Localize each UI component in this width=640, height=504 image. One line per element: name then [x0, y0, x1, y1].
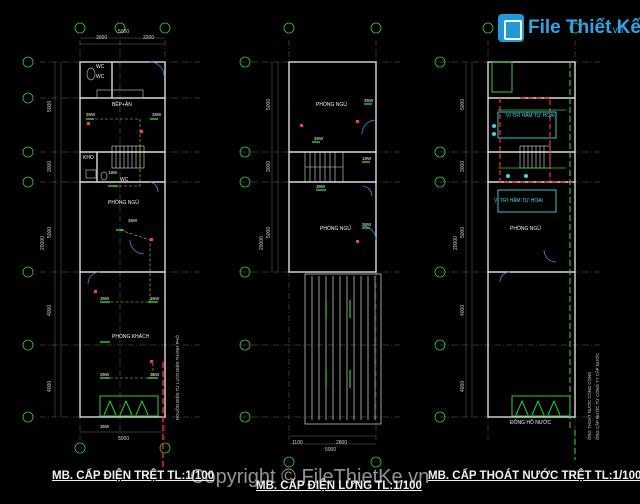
title-right-plan: MB. CẤP THOÁT NƯỚC TRỆT TL:1/100	[428, 470, 640, 482]
plan-mid-electrical-mezzanine	[239, 22, 400, 468]
file-icon	[498, 14, 524, 42]
plan-right-water-ground	[434, 22, 600, 460]
copyright-watermark: Copyright © FileThietKe.vn	[190, 466, 430, 488]
logo-tld: .vn	[610, 25, 624, 36]
site-logo: File Thiết Kế .vn	[498, 8, 640, 48]
cad-drawing	[22, 22, 600, 470]
plan-left-electrical-ground	[22, 22, 200, 470]
